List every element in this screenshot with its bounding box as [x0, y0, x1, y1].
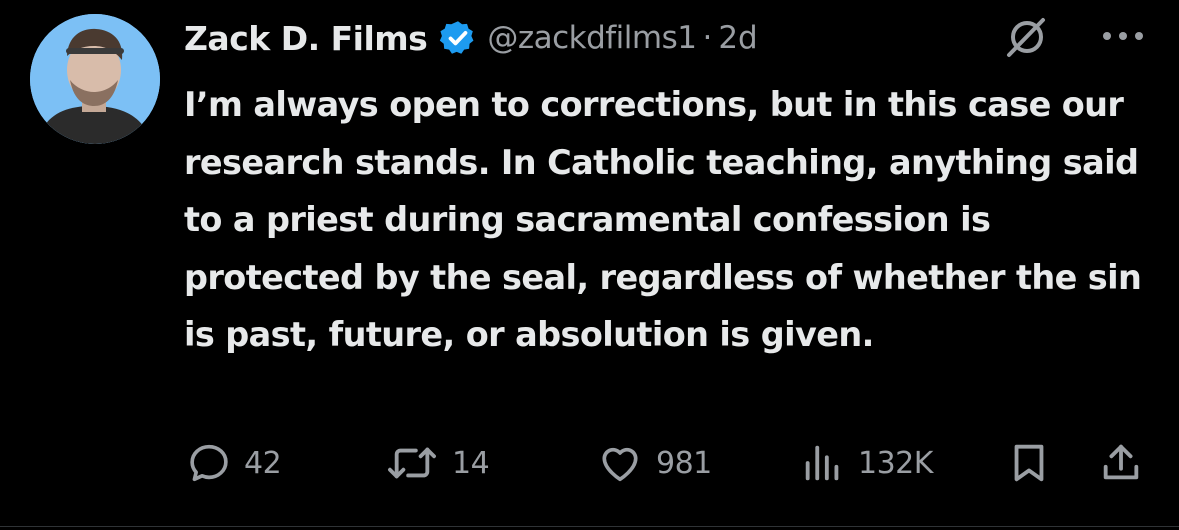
more-icon[interactable]	[1100, 30, 1146, 42]
bookmark-button[interactable]	[1006, 438, 1052, 488]
views-button[interactable]: 132K	[800, 438, 933, 488]
share-icon	[1103, 444, 1139, 480]
repost-count: 14	[452, 445, 490, 481]
tweet-text: I’m always open to corrections, but in t…	[184, 85, 1142, 355]
avatar[interactable]	[30, 14, 160, 144]
reply-icon	[190, 444, 228, 482]
author-name[interactable]: Zack D. Films	[184, 19, 428, 58]
heart-icon	[602, 447, 638, 482]
share-button[interactable]	[1098, 438, 1144, 488]
like-button[interactable]: 981	[596, 438, 712, 488]
repost-button[interactable]: 14	[384, 438, 490, 488]
reply-button[interactable]: 42	[186, 438, 282, 488]
views-count: 132K	[858, 445, 933, 481]
bookmark-icon	[1014, 444, 1044, 482]
action-bar: 42 14 981 132K	[0, 438, 1179, 488]
reply-count: 42	[244, 445, 282, 481]
like-count: 981	[656, 445, 712, 481]
grok-icon[interactable]	[1003, 14, 1049, 60]
separator-dot: ·	[702, 20, 713, 56]
verified-badge-icon	[440, 21, 474, 54]
repost-icon	[388, 447, 436, 479]
views-icon	[805, 445, 839, 481]
divider	[0, 526, 1179, 527]
timestamp[interactable]: 2d	[718, 20, 757, 56]
author-handle[interactable]: @zackdfilms1	[487, 20, 697, 56]
